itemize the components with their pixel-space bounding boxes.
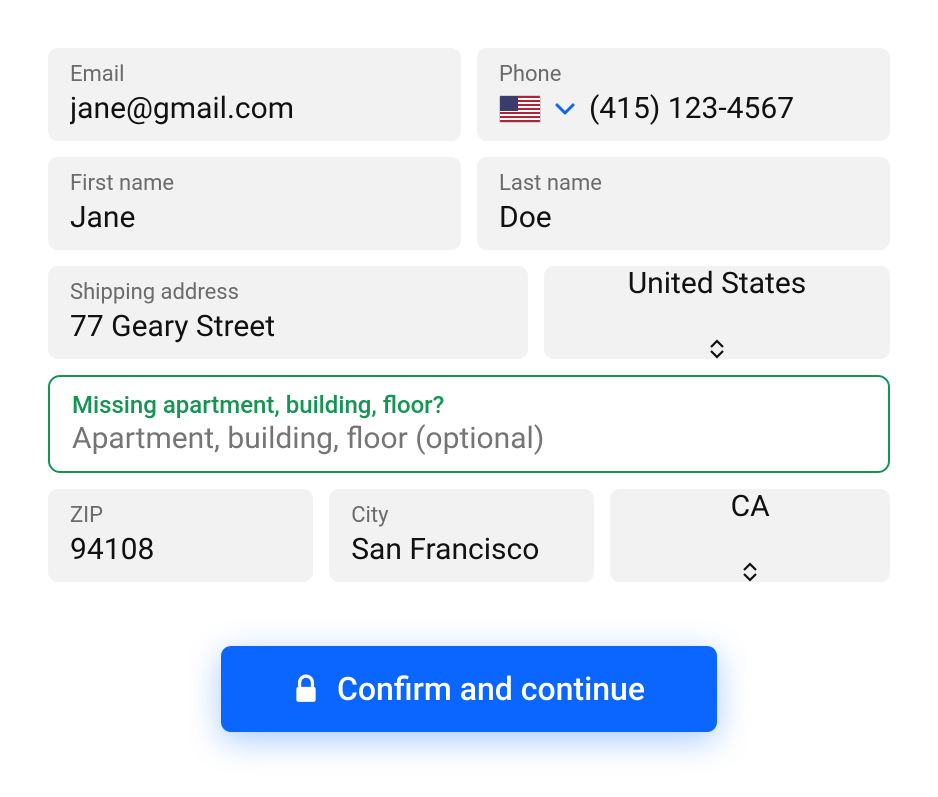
chevron-down-icon[interactable] — [555, 102, 575, 116]
zip-label: ZIP — [70, 503, 291, 528]
state-select[interactable]: CA — [610, 489, 890, 582]
phone-value-row — [499, 91, 868, 127]
country-selected: United States — [628, 266, 807, 301]
email-field-container[interactable]: Email — [48, 48, 461, 141]
state-selected: CA — [731, 489, 770, 524]
shipping-address-label: Shipping address — [70, 280, 506, 305]
confirm-button-label: Confirm and continue — [337, 670, 645, 708]
apartment-container[interactable]: Missing apartment, building, floor? — [48, 375, 890, 473]
row-contact: Email Phone — [48, 48, 890, 141]
email-field[interactable] — [70, 91, 439, 127]
first-name-container[interactable]: First name — [48, 157, 461, 250]
last-name-container[interactable]: Last name — [477, 157, 890, 250]
first-name-field[interactable] — [70, 200, 439, 236]
apartment-label: Missing apartment, building, floor? — [72, 391, 866, 419]
row-name: First name Last name — [48, 157, 890, 250]
shipping-address-container[interactable]: Shipping address — [48, 266, 528, 359]
row-location: ZIP City CA — [48, 489, 890, 582]
checkout-form: Email Phone First name Last name S — [48, 48, 890, 732]
zip-container[interactable]: ZIP — [48, 489, 313, 582]
confirm-button[interactable]: Confirm and continue — [221, 646, 717, 732]
select-caret-icon — [741, 562, 759, 582]
city-label: City — [351, 503, 572, 528]
apartment-field[interactable] — [72, 421, 866, 457]
lock-icon — [293, 674, 319, 704]
country-select[interactable]: United States — [544, 266, 890, 359]
email-label: Email — [70, 62, 439, 87]
row-address: Shipping address United States — [48, 266, 890, 359]
phone-field[interactable] — [589, 91, 868, 127]
phone-field-container[interactable]: Phone — [477, 48, 890, 141]
zip-field[interactable] — [70, 532, 291, 568]
city-field[interactable] — [351, 532, 572, 568]
us-flag-icon[interactable] — [499, 95, 541, 123]
phone-label: Phone — [499, 62, 868, 87]
city-container[interactable]: City — [329, 489, 594, 582]
first-name-label: First name — [70, 171, 439, 196]
last-name-label: Last name — [499, 171, 868, 196]
select-caret-icon — [708, 339, 726, 359]
last-name-field[interactable] — [499, 200, 868, 236]
shipping-address-field[interactable] — [70, 309, 506, 345]
confirm-row: Confirm and continue — [48, 646, 890, 732]
